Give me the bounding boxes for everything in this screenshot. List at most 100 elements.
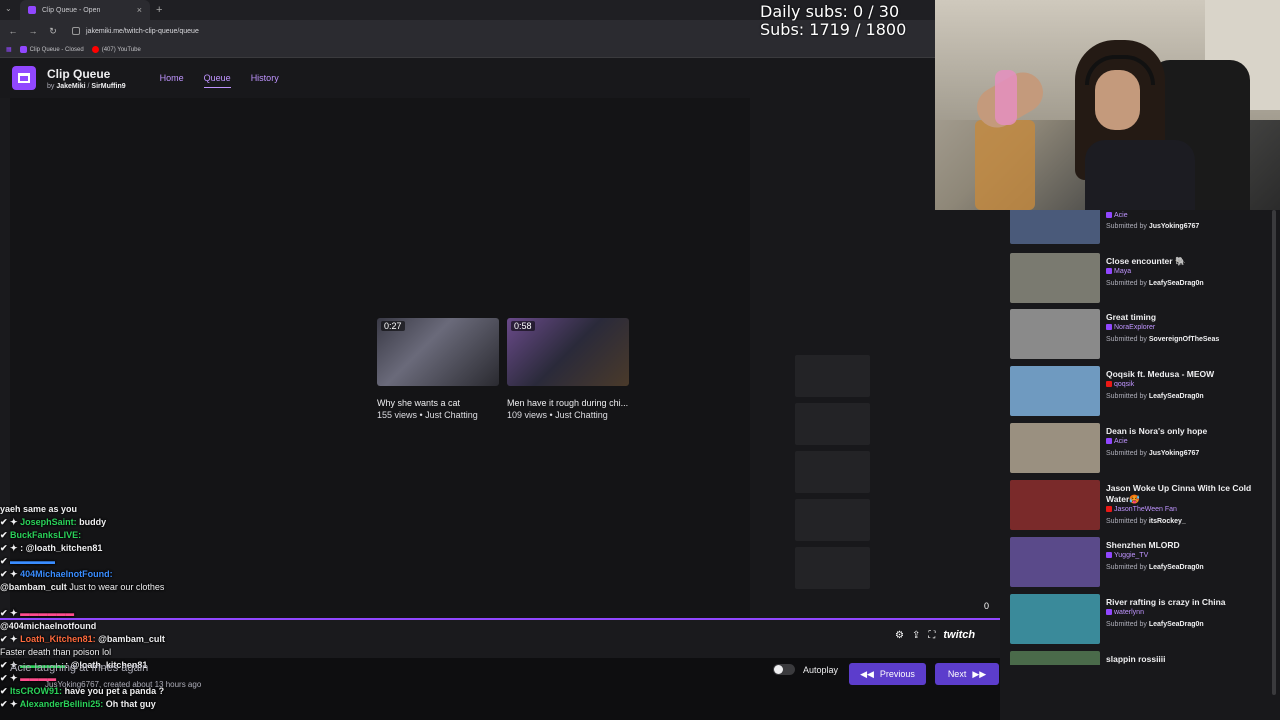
author-link[interactable]: JakeMiki <box>56 83 85 90</box>
chat-line: yaeh same as you <box>0 504 78 514</box>
queue-submitter: Submitted by LeafySeaDrag0n <box>1106 393 1204 400</box>
queue-submitter: Submitted by JusYoking6767 <box>1106 223 1200 230</box>
queue-title: Close encounter 🐘 <box>1106 256 1186 266</box>
chat-line: @404michaelnotfound <box>0 621 97 631</box>
queue-item[interactable]: River rafting is crazy in China waterlyn… <box>1010 594 1275 646</box>
new-tab-icon[interactable]: + <box>156 4 162 16</box>
recommended-clip[interactable]: 0:27 Why she wants a cat 155 views • Jus… <box>377 318 502 420</box>
background-thumb <box>795 499 870 541</box>
apps-icon[interactable]: ▦ <box>6 46 12 53</box>
previous-button[interactable]: ◀◀ Previous <box>849 663 926 685</box>
screen: ⌄ Clip Queue - Open × + ← → ↻ jakemiki.m… <box>0 0 1280 720</box>
background-thumb <box>795 355 870 397</box>
queue-submitter: Submitted by LeafySeaDrag0n <box>1106 564 1204 571</box>
bookmark-youtube[interactable]: (407) YouTube <box>91 46 141 53</box>
queue-channel: qoqsik <box>1106 381 1134 388</box>
queue-channel: Yuggie_TV <box>1106 552 1148 559</box>
app-byline: by JakeMiki / SirMuffin9 <box>47 82 126 90</box>
twitch-favicon-icon <box>19 46 27 53</box>
clip-counter: 0 <box>984 601 990 611</box>
clip-queue-logo-icon <box>12 66 36 90</box>
queue-channel: Maya <box>1106 268 1131 275</box>
chat-line: Faster death than poison lol <box>0 647 112 657</box>
queue-channel: JasonTheWeen Fan <box>1106 506 1177 513</box>
clip-thumbnail[interactable]: 0:58 <box>507 318 629 386</box>
clip-meta: 109 views • Just Chatting <box>507 410 608 420</box>
queue-title: Great timing <box>1106 312 1157 322</box>
queue-title: River rafting is crazy in China <box>1106 597 1226 607</box>
autoplay-label: Autoplay <box>803 664 839 675</box>
author-link[interactable]: SirMuffin9 <box>91 83 125 90</box>
progress-bar[interactable] <box>0 618 1000 620</box>
queue-title: Jason Woke Up Cinna With Ice Cold Water🥵 <box>1106 483 1252 504</box>
queue-thumbnail <box>1010 309 1100 359</box>
current-clip-title: Acie laughing at Innes again <box>10 662 149 674</box>
nav-history[interactable]: History <box>251 69 279 88</box>
clip-title[interactable]: Why she wants a cat <box>377 398 502 408</box>
bookmark-clip-queue[interactable]: Clip Queue - Closed <box>19 46 84 53</box>
back-icon[interactable]: ← <box>8 26 18 36</box>
queue-submitter: Submitted by itsRockey_ <box>1106 518 1186 525</box>
queue-item[interactable]: Qoqsik ft. Medusa - MEOW qoqsik Submitte… <box>1010 366 1275 418</box>
queue-submitter: Submitted by SovereignOfTheSeas <box>1106 336 1220 343</box>
queue-item[interactable]: slappin rossiiii <box>1010 651 1275 665</box>
daily-subs: Daily subs: 0 / 30 <box>760 2 900 21</box>
close-tab-icon[interactable]: × <box>137 5 142 15</box>
nav-home[interactable]: Home <box>160 69 184 88</box>
queue-item[interactable]: Shenzhen MLORD Yuggie_TV Submitted by Le… <box>1010 537 1275 589</box>
url-field[interactable]: jakemiki.me/twitch-clip-queue/queue <box>72 27 199 35</box>
queue-item[interactable]: Jason Woke Up Cinna With Ice Cold Water🥵… <box>1010 480 1275 536</box>
settings-icon[interactable]: ⚙ <box>895 630 904 641</box>
clip-duration: 0:27 <box>381 321 405 331</box>
browser-tab[interactable]: Clip Queue - Open × <box>20 0 150 20</box>
url-text: jakemiki.me/twitch-clip-queue/queue <box>86 27 199 35</box>
queue-item[interactable]: Close encounter 🐘 Maya Submitted by Leaf… <box>1010 253 1275 305</box>
autoplay-control[interactable]: Autoplay <box>773 664 838 675</box>
queue-scrollbar[interactable] <box>1272 210 1276 695</box>
background-thumb <box>795 403 870 445</box>
chat-line: ✔ ✦ Loath_Kitchen81: @bambam_cult <box>0 634 165 644</box>
nav-queue[interactable]: Queue <box>203 69 231 88</box>
queue-channel: NoraExplorer <box>1106 324 1155 331</box>
queue-submitter: Submitted by JusYoking6767 <box>1106 450 1200 457</box>
queue-thumbnail <box>1010 594 1100 644</box>
site-info-icon[interactable] <box>72 27 80 35</box>
queue-channel: waterlynn <box>1106 609 1144 616</box>
queue-thumbnail <box>1010 253 1100 303</box>
chat-line: ✔ BuckFanksLIVE: <box>0 530 82 540</box>
reload-icon[interactable]: ↻ <box>48 26 58 37</box>
forward-icon[interactable]: → <box>28 26 38 36</box>
queue-title: Qoqsik ft. Medusa - MEOW <box>1106 369 1215 379</box>
recommended-clip[interactable]: 0:58 Men have it rough during chi... 109… <box>507 318 632 420</box>
tab-title: Clip Queue - Open <box>42 6 101 14</box>
clip-title[interactable]: Men have it rough during chi... <box>507 398 632 408</box>
autoplay-toggle[interactable] <box>773 664 795 675</box>
queue-list: Acie Submitted by JusYoking6767 Close en… <box>1000 208 1280 720</box>
chat-line <box>0 594 420 607</box>
app-header: Clip Queue by JakeMiki / SirMuffin9 Home… <box>0 58 935 98</box>
twitch-logo[interactable]: twitch <box>943 629 975 641</box>
bookmark-label: Clip Queue - Closed <box>29 46 84 53</box>
background-thumb <box>795 451 870 493</box>
tab-list-icon[interactable]: ⌄ <box>5 4 12 13</box>
total-subs: Subs: 1719 / 1800 <box>760 20 907 39</box>
chat-line: @bambam_cult Just to wear our clothes <box>0 582 165 592</box>
queue-channel: Acie <box>1106 212 1128 219</box>
twitch-favicon-icon <box>28 6 36 14</box>
chat-line: ✔ ✦ AlexanderBellini25: Oh that guy <box>0 699 156 709</box>
clip-thumbnail[interactable]: 0:27 <box>377 318 499 386</box>
webcam-feed <box>935 0 1280 210</box>
share-icon[interactable]: ⇪ <box>912 630 920 641</box>
fullscreen-icon[interactable]: ⛶ <box>928 630 935 641</box>
next-button[interactable]: Next ▶▶ <box>935 663 999 685</box>
subs-overlay: Daily subs: 0 / 30 Subs: 1719 / 1800 <box>760 3 906 39</box>
chat-line: ✔ ✦ 404MichaelnotFound: <box>0 569 113 579</box>
player-controls: ⚙ ⇪ ⛶ twitch <box>895 629 975 641</box>
bookmarks-bar: ▦ Clip Queue - Closed (407) YouTube <box>0 42 935 58</box>
chat-line: ✔ ▬▬▬▬▬ <box>0 556 56 566</box>
app-title: Clip Queue <box>47 66 111 81</box>
queue-title: slappin rossiiii <box>1106 654 1166 664</box>
queue-item[interactable]: Great timing NoraExplorer Submitted by S… <box>1010 309 1275 361</box>
queue-item[interactable]: Dean is Nora's only hope Acie Submitted … <box>1010 423 1275 475</box>
queue-submitter: Submitted by LeafySeaDrag0n <box>1106 280 1204 287</box>
